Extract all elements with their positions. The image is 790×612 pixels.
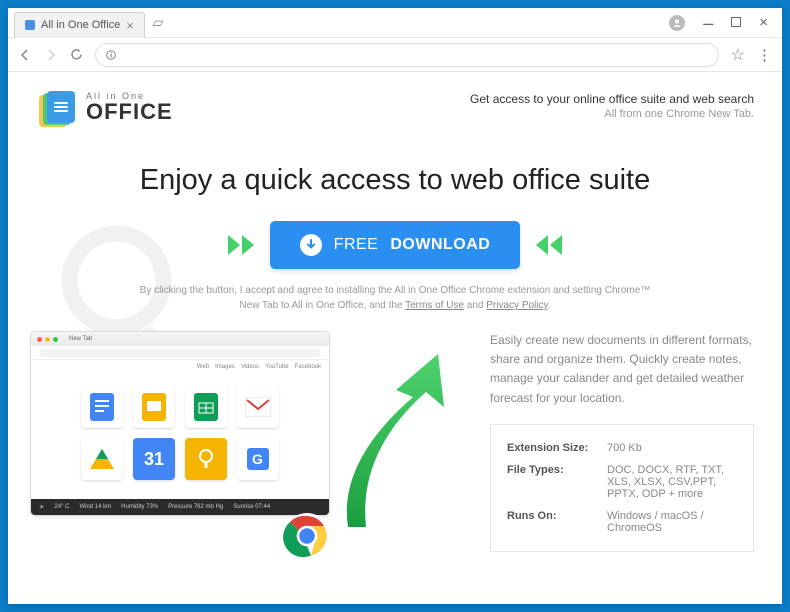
disclaimer-suffix: . bbox=[548, 300, 551, 311]
spec-value: Windows / macOS / ChromeOS bbox=[607, 510, 737, 534]
disclaimer-mid: and bbox=[464, 300, 486, 311]
maximize-icon[interactable] bbox=[731, 14, 741, 32]
reload-icon[interactable] bbox=[70, 48, 83, 61]
spec-label: File Types: bbox=[507, 464, 607, 500]
disclaimer-prefix: By clicking the button, I accept and agr… bbox=[140, 285, 651, 311]
tab-title: All in One Office bbox=[41, 19, 120, 31]
info-icon bbox=[106, 50, 116, 60]
spec-row: Runs On: Windows / macOS / ChromeOS bbox=[507, 505, 737, 539]
bookmark-star-icon[interactable]: ☆ bbox=[731, 45, 745, 65]
back-icon[interactable] bbox=[18, 48, 32, 62]
tagline-line2: All from one Chrome New Tab. bbox=[470, 108, 754, 120]
menu-dots-icon[interactable]: ⋮ bbox=[757, 46, 772, 64]
download-label-1: FREE bbox=[334, 236, 379, 254]
tab-favicon bbox=[25, 20, 35, 30]
page-content: All in One OFFICE Get access to your onl… bbox=[8, 72, 782, 604]
ss-nav: WebImagesVideosYouTubeFacebook bbox=[31, 360, 329, 376]
logo-title: OFFICE bbox=[86, 101, 173, 123]
ss-tab-label: New Tab bbox=[69, 336, 92, 342]
forward-icon[interactable] bbox=[44, 48, 58, 62]
arrow-left-icon bbox=[536, 235, 562, 255]
download-icon bbox=[300, 234, 322, 256]
spec-row: File Types: DOC, DOCX, RTF, TXT, XLS, XL… bbox=[507, 459, 737, 505]
privacy-link[interactable]: Privacy Policy bbox=[486, 300, 548, 311]
tagline: Get access to your online office suite a… bbox=[470, 86, 754, 120]
url-input[interactable] bbox=[95, 43, 719, 67]
description-text: Easily create new documents in different… bbox=[490, 331, 754, 408]
spec-value: 700 Kb bbox=[607, 442, 737, 454]
minimize-icon[interactable]: – bbox=[703, 20, 713, 26]
spec-row: Extension Size: 700 Kb bbox=[507, 437, 737, 459]
user-profile-icon[interactable] bbox=[669, 15, 685, 31]
address-bar: ☆ ⋮ bbox=[8, 38, 782, 72]
cta-row: FREE DOWNLOAD bbox=[8, 221, 782, 269]
titlebar: All in One Office × ▱ – × bbox=[8, 8, 782, 38]
spec-label: Runs On: bbox=[507, 510, 607, 534]
terms-link[interactable]: Terms of Use bbox=[405, 300, 464, 311]
page-headline: Enjoy a quick access to web office suite bbox=[28, 164, 762, 197]
product-screenshot: New Tab WebImagesVideosYouTubeFacebook 3… bbox=[30, 331, 330, 516]
disclaimer: By clicking the button, I accept and agr… bbox=[135, 283, 655, 313]
download-button[interactable]: FREE DOWNLOAD bbox=[270, 221, 521, 269]
svg-text:G: G bbox=[252, 451, 263, 467]
specs-table: Extension Size: 700 Kb File Types: DOC, … bbox=[490, 424, 754, 552]
spec-value: DOC, DOCX, RTF, TXT, XLS, XLSX, CSV,PPT,… bbox=[607, 464, 737, 500]
tab-close-icon[interactable]: × bbox=[126, 18, 134, 33]
new-tab-button[interactable]: ▱ bbox=[149, 14, 167, 31]
tagline-line1: Get access to your online office suite a… bbox=[470, 92, 754, 106]
details-column: Easily create new documents in different… bbox=[340, 331, 754, 552]
download-label-2: DOWNLOAD bbox=[390, 236, 490, 254]
window-controls: – × bbox=[669, 14, 782, 32]
browser-tab[interactable]: All in One Office × bbox=[14, 12, 145, 38]
ss-app-grid: 31 G bbox=[31, 386, 329, 480]
browser-window: All in One Office × ▱ – × ☆ ⋮ bbox=[8, 8, 782, 604]
spec-label: Extension Size: bbox=[507, 442, 607, 454]
close-window-icon[interactable]: × bbox=[759, 14, 768, 31]
arrow-right-icon bbox=[228, 235, 254, 255]
logo-icon bbox=[36, 86, 78, 128]
logo: All in One OFFICE bbox=[36, 86, 173, 128]
chrome-icon bbox=[283, 512, 331, 560]
